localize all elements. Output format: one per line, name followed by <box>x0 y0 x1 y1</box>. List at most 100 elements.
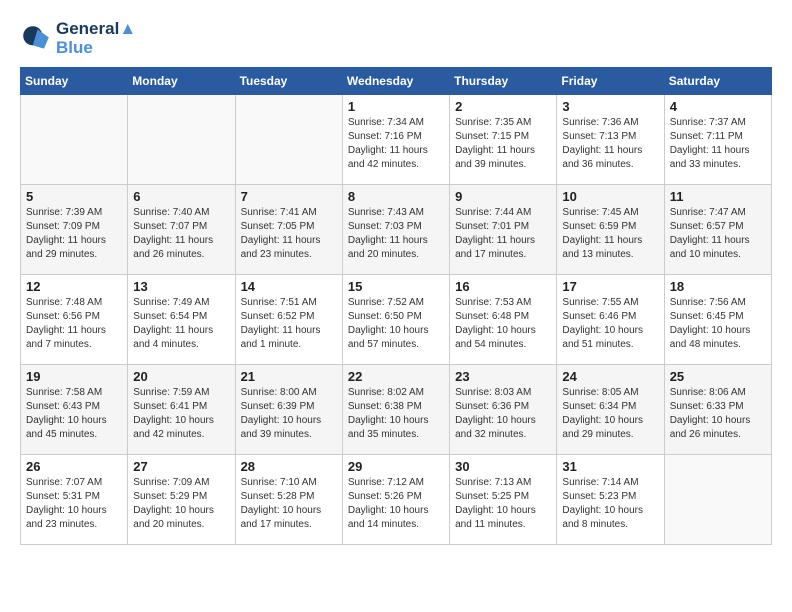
day-number: 3 <box>562 99 658 114</box>
weekday-header: Thursday <box>450 68 557 95</box>
calendar-cell: 31Sunrise: 7:14 AM Sunset: 5:23 PM Dayli… <box>557 455 664 545</box>
calendar-cell: 23Sunrise: 8:03 AM Sunset: 6:36 PM Dayli… <box>450 365 557 455</box>
calendar-cell: 24 Sunrise: 8:05 AM Sunset: 6:34 PM Dayli… <box>557 365 664 455</box>
day-number: 31 <box>562 459 658 474</box>
day-number: 5 <box>26 189 122 204</box>
day-info: Sunrise: 7:43 AM Sunset: 7:03 PM Dayligh… <box>348 206 444 262</box>
day-info: Sunrise: 7:49 AM Sunset: 6:54 PM Dayligh… <box>133 296 229 352</box>
calendar-cell: 11 Sunrise: 7:47 AM Sunset: 6:57 PM Dayli… <box>664 185 771 275</box>
day-number: 28 <box>241 459 337 474</box>
calendar-cell <box>128 95 235 185</box>
calendar-cell: 26 Sunrise: 7:07 AM Sunset: 5:31 PM Dayli… <box>21 455 128 545</box>
calendar-cell: 14 Sunrise: 7:51 AM Sunset: 6:52 PM Dayli… <box>235 275 342 365</box>
day-info: Sunrise: 7:41 AM Sunset: 7:05 PM Dayligh… <box>241 206 337 262</box>
day-info: Sunrise: 8:06 AM Sunset: 6:33 PM Dayligh… <box>670 386 766 442</box>
calendar-week-row: 26 Sunrise: 7:07 AM Sunset: 5:31 PM Dayli… <box>21 455 772 545</box>
logo-icon <box>20 23 52 55</box>
day-number: 12 <box>26 279 122 294</box>
calendar-cell: 6 Sunrise: 7:40 AM Sunset: 7:07 PM Daylig… <box>128 185 235 275</box>
day-number: 23 <box>455 369 551 384</box>
day-info: Sunrise: 7:52 AM Sunset: 6:50 PM Dayligh… <box>348 296 444 352</box>
day-number: 29 <box>348 459 444 474</box>
day-info: Sunrise: 8:05 AM Sunset: 6:34 PM Dayligh… <box>562 386 658 442</box>
calendar-cell: 10 Sunrise: 7:45 AM Sunset: 6:59 PM Dayli… <box>557 185 664 275</box>
weekday-header: Monday <box>128 68 235 95</box>
day-number: 26 <box>26 459 122 474</box>
calendar-week-row: 5Sunrise: 7:39 AM Sunset: 7:09 PM Daylig… <box>21 185 772 275</box>
day-number: 24 <box>562 369 658 384</box>
day-number: 11 <box>670 189 766 204</box>
day-info: Sunrise: 7:10 AM Sunset: 5:28 PM Dayligh… <box>241 476 337 532</box>
day-number: 21 <box>241 369 337 384</box>
day-number: 16 <box>455 279 551 294</box>
weekday-header: Tuesday <box>235 68 342 95</box>
day-number: 7 <box>241 189 337 204</box>
calendar-cell: 28 Sunrise: 7:10 AM Sunset: 5:28 PM Dayli… <box>235 455 342 545</box>
day-number: 9 <box>455 189 551 204</box>
weekday-header: Wednesday <box>342 68 449 95</box>
day-number: 15 <box>348 279 444 294</box>
calendar-week-row: 12 Sunrise: 7:48 AM Sunset: 6:56 PM Dayli… <box>21 275 772 365</box>
day-number: 19 <box>26 369 122 384</box>
day-info: Sunrise: 7:40 AM Sunset: 7:07 PM Dayligh… <box>133 206 229 262</box>
calendar-cell: 13 Sunrise: 7:49 AM Sunset: 6:54 PM Dayli… <box>128 275 235 365</box>
calendar-cell: 29Sunrise: 7:12 AM Sunset: 5:26 PM Dayli… <box>342 455 449 545</box>
day-info: Sunrise: 7:07 AM Sunset: 5:31 PM Dayligh… <box>26 476 122 532</box>
day-info: Sunrise: 7:44 AM Sunset: 7:01 PM Dayligh… <box>455 206 551 262</box>
day-info: Sunrise: 7:55 AM Sunset: 6:46 PM Dayligh… <box>562 296 658 352</box>
day-info: Sunrise: 7:51 AM Sunset: 6:52 PM Dayligh… <box>241 296 337 352</box>
day-info: Sunrise: 7:13 AM Sunset: 5:25 PM Dayligh… <box>455 476 551 532</box>
weekday-header: Sunday <box>21 68 128 95</box>
day-number: 13 <box>133 279 229 294</box>
logo-text: General▲ Blue <box>56 20 136 57</box>
calendar-cell: 18Sunrise: 7:56 AM Sunset: 6:45 PM Dayli… <box>664 275 771 365</box>
logo: General▲ Blue <box>20 20 136 57</box>
calendar-cell: 3 Sunrise: 7:36 AM Sunset: 7:13 PM Daylig… <box>557 95 664 185</box>
page-header: General▲ Blue <box>20 20 772 57</box>
day-info: Sunrise: 7:09 AM Sunset: 5:29 PM Dayligh… <box>133 476 229 532</box>
day-number: 8 <box>348 189 444 204</box>
day-info: Sunrise: 8:02 AM Sunset: 6:38 PM Dayligh… <box>348 386 444 442</box>
calendar-cell: 20Sunrise: 7:59 AM Sunset: 6:41 PM Dayli… <box>128 365 235 455</box>
calendar-cell: 21 Sunrise: 8:00 AM Sunset: 6:39 PM Dayli… <box>235 365 342 455</box>
day-info: Sunrise: 7:53 AM Sunset: 6:48 PM Dayligh… <box>455 296 551 352</box>
calendar-cell: 15 Sunrise: 7:52 AM Sunset: 6:50 PM Dayli… <box>342 275 449 365</box>
day-number: 22 <box>348 369 444 384</box>
day-number: 1 <box>348 99 444 114</box>
day-info: Sunrise: 7:37 AM Sunset: 7:11 PM Dayligh… <box>670 116 766 172</box>
calendar-cell <box>21 95 128 185</box>
day-info: Sunrise: 7:47 AM Sunset: 6:57 PM Dayligh… <box>670 206 766 262</box>
calendar-cell: 17 Sunrise: 7:55 AM Sunset: 6:46 PM Dayli… <box>557 275 664 365</box>
day-info: Sunrise: 7:45 AM Sunset: 6:59 PM Dayligh… <box>562 206 658 262</box>
day-info: Sunrise: 7:48 AM Sunset: 6:56 PM Dayligh… <box>26 296 122 352</box>
calendar-cell: 27 Sunrise: 7:09 AM Sunset: 5:29 PM Dayli… <box>128 455 235 545</box>
calendar-cell: 1 Sunrise: 7:34 AM Sunset: 7:16 PM Daylig… <box>342 95 449 185</box>
calendar-cell: 2Sunrise: 7:35 AM Sunset: 7:15 PM Daylig… <box>450 95 557 185</box>
day-number: 2 <box>455 99 551 114</box>
calendar-cell <box>235 95 342 185</box>
day-number: 10 <box>562 189 658 204</box>
day-info: Sunrise: 7:34 AM Sunset: 7:16 PM Dayligh… <box>348 116 444 172</box>
day-number: 27 <box>133 459 229 474</box>
calendar-cell: 8 Sunrise: 7:43 AM Sunset: 7:03 PM Daylig… <box>342 185 449 275</box>
day-number: 6 <box>133 189 229 204</box>
calendar-cell: 22 Sunrise: 8:02 AM Sunset: 6:38 PM Dayli… <box>342 365 449 455</box>
day-info: Sunrise: 7:56 AM Sunset: 6:45 PM Dayligh… <box>670 296 766 352</box>
calendar-cell: 25Sunrise: 8:06 AM Sunset: 6:33 PM Dayli… <box>664 365 771 455</box>
day-info: Sunrise: 7:58 AM Sunset: 6:43 PM Dayligh… <box>26 386 122 442</box>
calendar-cell: 9 Sunrise: 7:44 AM Sunset: 7:01 PM Daylig… <box>450 185 557 275</box>
day-info: Sunrise: 7:36 AM Sunset: 7:13 PM Dayligh… <box>562 116 658 172</box>
calendar-cell <box>664 455 771 545</box>
day-number: 14 <box>241 279 337 294</box>
weekday-header: Friday <box>557 68 664 95</box>
weekday-header-row: SundayMondayTuesdayWednesdayThursdayFrid… <box>21 68 772 95</box>
calendar-week-row: 19 Sunrise: 7:58 AM Sunset: 6:43 PM Dayli… <box>21 365 772 455</box>
day-info: Sunrise: 8:00 AM Sunset: 6:39 PM Dayligh… <box>241 386 337 442</box>
calendar-cell: 7 Sunrise: 7:41 AM Sunset: 7:05 PM Daylig… <box>235 185 342 275</box>
calendar-cell: 5Sunrise: 7:39 AM Sunset: 7:09 PM Daylig… <box>21 185 128 275</box>
day-number: 17 <box>562 279 658 294</box>
calendar-cell: 30Sunrise: 7:13 AM Sunset: 5:25 PM Dayli… <box>450 455 557 545</box>
calendar-cell: 4Sunrise: 7:37 AM Sunset: 7:11 PM Daylig… <box>664 95 771 185</box>
day-number: 20 <box>133 369 229 384</box>
calendar-cell: 16 Sunrise: 7:53 AM Sunset: 6:48 PM Dayli… <box>450 275 557 365</box>
